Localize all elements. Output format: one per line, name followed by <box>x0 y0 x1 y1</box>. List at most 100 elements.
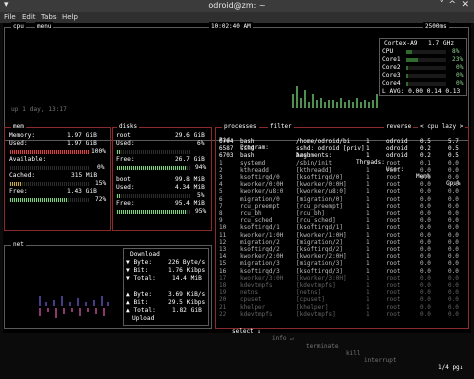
disk-root-name: root <box>116 132 131 139</box>
cell-prog: ksoftirqd/3 <box>240 267 280 275</box>
cell-thr: 1 <box>366 195 370 203</box>
update-interval[interactable]: 2500ms <box>423 22 449 32</box>
cell-args: [migration/3] <box>296 260 343 268</box>
load-average: L AVG: 0.00 0.14 0.13 <box>382 88 461 95</box>
cell-mem: 0.0 <box>420 296 431 304</box>
cell-prog: migration/0 <box>240 195 280 203</box>
cell-args: [kworker/u8:0] <box>296 188 347 196</box>
cell-pid: 6587 <box>219 145 234 153</box>
info-button[interactable]: info ↵ <box>272 335 294 342</box>
cell-pid: 1 <box>219 159 223 167</box>
cell-user: odroid <box>386 145 408 153</box>
cell-mem: 0.0 <box>420 166 431 174</box>
core3-label: Core3 <box>382 72 401 79</box>
cell-pid: 6703 <box>219 152 234 160</box>
disk-boot-size: 99.8 MiB <box>175 176 205 183</box>
menu-tabs[interactable]: Tabs <box>41 13 57 21</box>
cpu-pct: 8% <box>452 48 460 55</box>
cell-cpu: 0.0 <box>448 310 459 318</box>
disk-root-used-bar <box>116 150 191 154</box>
cell-cpu: 0.0 <box>448 253 459 261</box>
net-stats-box: Download ▼ Byte: 226 Byte/s ▼ Bit: 1.76 … <box>123 248 209 326</box>
cell-prog: bash <box>240 152 255 160</box>
memory-label: Memory: <box>9 132 36 139</box>
cell-args: sshd: odroid [priv] <box>296 145 365 153</box>
mem-tab[interactable]: mem <box>11 122 26 132</box>
cell-args: [kworker/0:0H] <box>296 181 347 189</box>
cell-args: [ksoftirqd/2] <box>296 246 343 253</box>
cell-pid: 9 <box>219 217 223 225</box>
cell-user: root <box>386 267 401 275</box>
mem-available-pct: 0% <box>97 164 105 171</box>
minimize-icon[interactable]: ˅ <box>440 0 445 10</box>
cell-thr: 1 <box>366 303 370 311</box>
interrupt-button[interactable]: interrupt <box>364 357 397 364</box>
cell-cpu: 0.0 <box>448 174 459 181</box>
cell-pid: 14 <box>219 253 227 261</box>
cell-user: root <box>386 217 401 225</box>
dl-bit-label: ▼ Bit: <box>126 267 149 274</box>
cell-thr: 1 <box>366 138 370 145</box>
cell-cpu: 0.0 <box>448 181 459 189</box>
cell-thr: 1 <box>366 296 370 304</box>
cell-mem: 0.5 <box>420 138 431 145</box>
mem-free-value: 1.43 GiB <box>67 188 97 195</box>
cell-args: [migration/2] <box>296 238 343 246</box>
menu-file[interactable]: File <box>4 13 16 21</box>
maximize-icon[interactable]: ^ <box>448 0 456 10</box>
cell-pid: 6 <box>219 195 223 203</box>
menu-edit[interactable]: Edit <box>22 13 36 21</box>
menu-help[interactable]: Help <box>62 13 78 21</box>
cell-prog: kdevtmpfs <box>240 282 273 289</box>
select-button[interactable]: select ↓ <box>232 328 261 335</box>
cell-mem: 0.0 <box>420 181 431 189</box>
terminate-button[interactable]: terminate <box>306 343 339 350</box>
disk-root-used-label: Used: <box>116 140 135 147</box>
net-panel: net Download ▼ Byte: 226 Byte/s ▼ Bit: 1… <box>4 240 212 329</box>
disk-boot-used-label: Used: <box>116 184 135 191</box>
cell-cpu: 0.5 <box>448 145 459 153</box>
net-tab[interactable]: net <box>11 240 26 250</box>
cell-cpu: 0.0 <box>448 224 459 232</box>
cell-thr: 1 <box>366 174 370 181</box>
cell-cpu: 0.0 <box>448 274 459 282</box>
cell-user: root <box>386 274 401 282</box>
core1-mini-graph <box>406 58 446 62</box>
close-icon[interactable]: ✕ <box>461 0 469 10</box>
cell-mem: 0.0 <box>420 289 431 297</box>
cell-mem: 0.0 <box>420 238 431 246</box>
cell-cpu: 0.0 <box>448 231 459 239</box>
disk-root-free-value: 26.7 GiB <box>175 156 205 163</box>
cell-mem: 0.0 <box>420 174 431 181</box>
cell-thr: 1 <box>366 231 370 239</box>
cell-args: [netns] <box>296 289 322 297</box>
cpu-info-box: Cortex-A9 1.7 GHz CPU 8% Core1 23% Core2… <box>379 38 467 96</box>
cell-cpu: 0.0 <box>448 303 459 311</box>
cell-thr: 1 <box>366 310 370 318</box>
cell-thr: 1 <box>366 289 370 297</box>
cell-user: root <box>386 195 401 203</box>
dl-total-label: ▼ Total: <box>126 275 156 282</box>
cell-thr: 1 <box>366 246 370 253</box>
cell-pid: 18 <box>219 282 227 289</box>
cell-args: [khelper] <box>296 303 329 311</box>
cell-prog: migration/3 <box>240 260 280 268</box>
cpu-tab[interactable]: cpu <box>11 22 26 32</box>
core3-mini-graph <box>406 74 446 78</box>
clock: 10:02:40 AM <box>209 22 253 32</box>
cell-user: root <box>386 303 401 311</box>
kill-button[interactable]: kill <box>346 350 360 357</box>
cell-user: root <box>386 289 401 297</box>
core4-pct: 0% <box>456 80 464 87</box>
core2-pct: 0% <box>456 64 464 71</box>
col-threads[interactable]: Threads: <box>356 159 385 166</box>
cell-prog: systemd <box>240 159 266 167</box>
core2-label: Core2 <box>382 64 401 71</box>
menu-tab[interactable]: menu <box>35 22 54 32</box>
cell-args: [rcu_preempt] <box>296 202 343 210</box>
cell-thr: 1 <box>366 159 370 167</box>
cell-args: /home/odroid/bi <box>296 138 351 145</box>
cell-args: bash <box>296 152 311 160</box>
cell-cpu: 0.0 <box>448 296 459 304</box>
disks-tab[interactable]: disks <box>117 122 140 132</box>
